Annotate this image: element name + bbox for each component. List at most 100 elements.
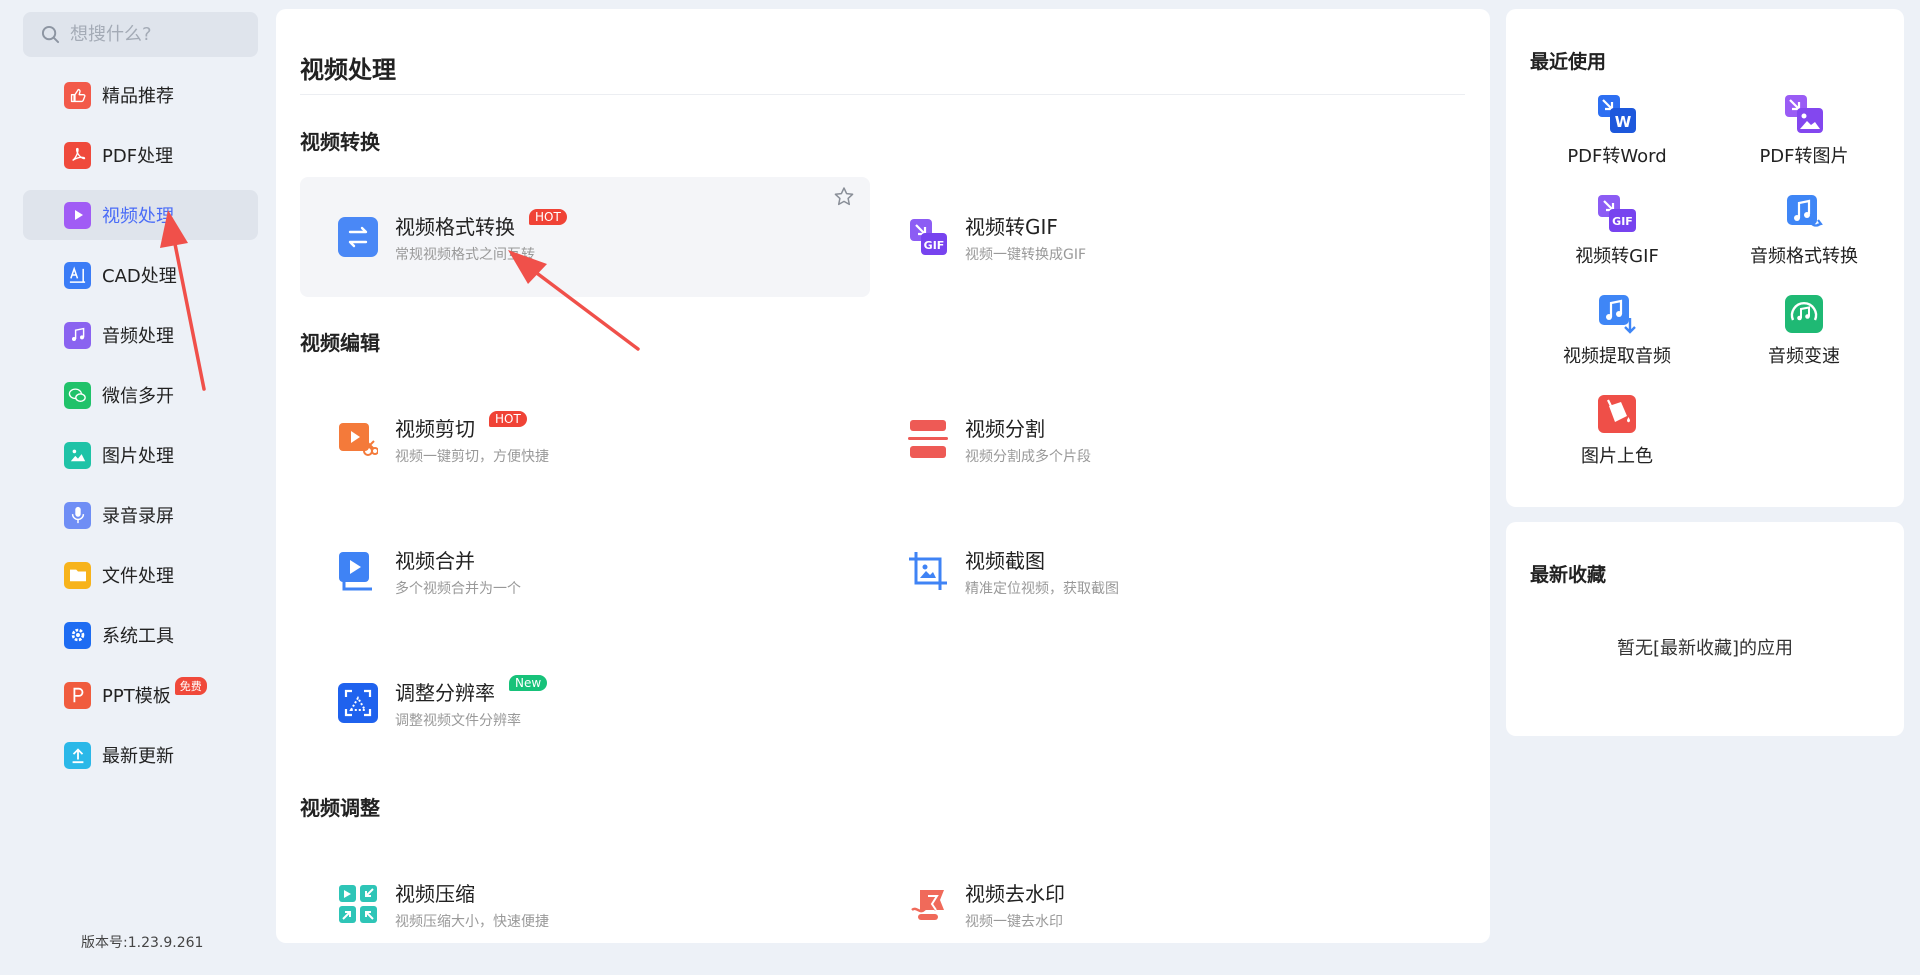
recent-item-label: 图片上色 (1581, 446, 1653, 467)
sidebar-item-label: 最新更新 (102, 746, 174, 767)
search-icon (41, 25, 60, 44)
recent-item-label: 视频提取音频 (1563, 346, 1671, 367)
hot-tag: HOT (489, 411, 527, 427)
recent-panel: 最近使用 W PDF转Word PDF转图片 GIF 视频转GIF 音频格式转换 (1506, 9, 1904, 507)
tool-video-watermark-remove[interactable]: 视频去水印 视频一键去水印 (870, 844, 1440, 943)
tool-video-compress[interactable]: 视频压缩 视频压缩大小，快速便捷 (300, 844, 870, 943)
convert-arrows-icon (338, 217, 378, 257)
music-note-icon (64, 321, 91, 349)
favorites-panel-title: 最新收藏 (1530, 564, 1607, 586)
tool-video-split[interactable]: 视频分割 视频分割成多个片段 (870, 379, 1440, 499)
sidebar-item-wechat[interactable]: 微信多开 (23, 370, 258, 420)
tool-video-cut[interactable]: 视频剪切 HOT 视频一键剪切，方便快捷 (300, 379, 870, 499)
sidebar-item-ppt[interactable]: PPT模板 免费 (23, 670, 258, 720)
audio-convert-icon (1784, 194, 1824, 234)
tool-video-screenshot[interactable]: 视频截图 精准定位视频，获取截图 (870, 511, 1440, 631)
upload-icon (64, 741, 91, 769)
tool-desc: 常规视频格式之间互转 (395, 246, 535, 263)
cad-icon (64, 261, 91, 289)
tool-name: 视频去水印 (965, 881, 1065, 906)
recent-item-colorize[interactable]: 图片上色 (1524, 394, 1710, 484)
sidebar-item-image[interactable]: 图片处理 (23, 430, 258, 480)
tool-name: 视频截图 (965, 548, 1045, 573)
sidebar-item-label: 视频处理 (102, 206, 174, 227)
search-input[interactable] (70, 24, 250, 45)
recent-item-video-to-gif[interactable]: GIF 视频转GIF (1524, 194, 1710, 284)
pdf-to-image-icon (1784, 94, 1824, 134)
sidebar-item-cad[interactable]: CAD处理 (23, 250, 258, 300)
tool-desc: 调整视频文件分辨率 (395, 712, 521, 729)
tool-desc: 视频压缩大小，快速便捷 (395, 913, 549, 930)
video-gif-icon: GIF (1597, 194, 1637, 234)
sidebar-item-label: PPT模板 (102, 686, 171, 707)
favorites-panel: 最新收藏 暂无[最新收藏]的应用 (1506, 522, 1904, 736)
hot-tag: HOT (529, 209, 567, 225)
favorites-empty-text: 暂无[最新收藏]的应用 (1616, 638, 1794, 659)
pdf-icon (64, 141, 91, 169)
new-tag: New (509, 675, 548, 691)
recent-item-audio-convert[interactable]: 音频格式转换 (1711, 194, 1897, 284)
search-box[interactable] (23, 12, 258, 57)
tool-desc: 多个视频合并为一个 (395, 580, 521, 597)
ppt-icon (64, 681, 91, 709)
tool-video-format-convert[interactable]: 视频格式转换 HOT 常规视频格式之间互转 (300, 177, 870, 297)
sidebar-item-system[interactable]: 系统工具 (23, 610, 258, 660)
recent-item-extract-audio[interactable]: 视频提取音频 (1524, 294, 1710, 384)
sidebar-item-label: 微信多开 (102, 386, 174, 407)
extract-audio-icon (1597, 294, 1637, 334)
gear-icon (64, 621, 91, 649)
free-badge: 免费 (174, 677, 207, 695)
recent-item-label: 音频格式转换 (1750, 246, 1858, 267)
sidebar-item-video[interactable]: 视频处理 (23, 190, 258, 240)
tool-video-merge[interactable]: 视频合并 多个视频合并为一个 (300, 511, 870, 631)
section-title-video-convert: 视频转换 (300, 130, 380, 154)
recent-item-label: PDF转Word (1567, 146, 1667, 167)
tool-video-to-gif[interactable]: GIF 视频转GIF 视频一键转换成GIF (870, 177, 1440, 297)
video-screenshot-icon (908, 551, 948, 591)
sidebar-item-file[interactable]: 文件处理 (23, 550, 258, 600)
tool-name: 视频格式转换 (395, 214, 515, 239)
svg-text:GIF: GIF (1612, 215, 1633, 228)
sidebar-item-updates[interactable]: 最新更新 (23, 730, 258, 780)
sidebar-item-label: 录音录屏 (102, 506, 174, 527)
sidebar-item-label: 精品推荐 (102, 86, 174, 107)
tool-name: 视频剪切 (395, 416, 475, 441)
tool-desc: 视频一键剪切，方便快捷 (395, 448, 549, 465)
resolution-icon (338, 683, 378, 723)
sidebar-item-audio[interactable]: 音频处理 (23, 310, 258, 360)
star-icon[interactable] (832, 185, 856, 209)
video-cut-icon (338, 419, 378, 459)
sidebar-nav: 精品推荐 PDF处理 视频处理 CAD处理 音频处理 微信多开 图片处理 录音录… (23, 70, 258, 790)
video-merge-icon (338, 551, 378, 591)
pdf-to-word-icon: W (1597, 94, 1637, 134)
recent-item-audio-speed[interactable]: 音频变速 (1711, 294, 1897, 384)
main-panel: 视频处理 视频转换 视频格式转换 HOT 常规视频格式之间互转 GIF 视频转GI… (276, 9, 1490, 943)
image-icon (64, 441, 91, 469)
video-gif-icon: GIF (908, 217, 948, 257)
sidebar-item-record[interactable]: 录音录屏 (23, 490, 258, 540)
tool-desc: 视频一键去水印 (965, 913, 1063, 930)
sidebar-item-recommended[interactable]: 精品推荐 (23, 70, 258, 120)
colorize-icon (1597, 394, 1637, 434)
recent-item-label: PDF转图片 (1759, 146, 1849, 167)
recent-item-pdf-to-image[interactable]: PDF转图片 (1711, 94, 1897, 184)
sidebar-item-label: 图片处理 (102, 446, 174, 467)
recent-item-pdf-to-word[interactable]: W PDF转Word (1524, 94, 1710, 184)
tool-adjust-resolution[interactable]: 调整分辨率 New 调整视频文件分辨率 (300, 643, 870, 763)
folder-icon (64, 561, 91, 589)
app-window: 精品推荐 PDF处理 视频处理 CAD处理 (0, 0, 1920, 975)
microphone-icon (64, 501, 91, 529)
audio-speed-icon (1784, 294, 1824, 334)
tool-name: 视频转GIF (965, 214, 1058, 239)
tool-name: 视频压缩 (395, 881, 475, 906)
tool-name: 视频分割 (965, 416, 1045, 441)
compress-icon (338, 884, 378, 924)
tool-desc: 视频分割成多个片段 (965, 448, 1091, 465)
section-title-video-edit: 视频编辑 (300, 331, 380, 355)
tool-name: 视频合并 (395, 548, 475, 573)
thumbs-up-icon (64, 81, 91, 109)
play-icon (64, 201, 91, 229)
sidebar-item-pdf[interactable]: PDF处理 (23, 130, 258, 180)
video-split-icon (908, 419, 948, 459)
watermark-remove-icon (908, 884, 948, 924)
